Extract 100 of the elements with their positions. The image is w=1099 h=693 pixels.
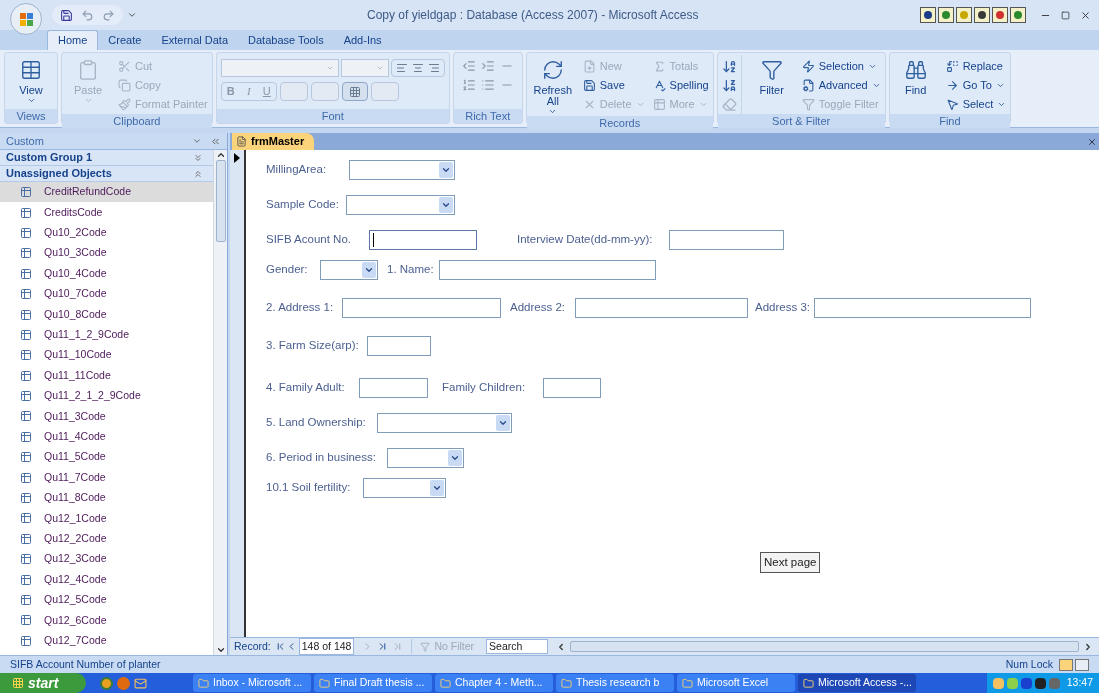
redo-icon[interactable]: [102, 8, 115, 22]
combo-box[interactable]: [320, 260, 378, 280]
nav-item[interactable]: Qu11_8Code: [0, 487, 213, 509]
sort-ascending-icon[interactable]: [721, 59, 737, 74]
dropdown-button[interactable]: [430, 480, 444, 496]
next-page-button[interactable]: Next page: [760, 552, 821, 573]
text-field[interactable]: [359, 378, 428, 398]
taskbar-button[interactable]: Inbox - Microsoft ...: [193, 674, 311, 692]
ribbon-button[interactable]: Save: [582, 76, 645, 95]
browser-icon[interactable]: [100, 676, 113, 690]
indent-icon[interactable]: [480, 59, 495, 73]
nav-item[interactable]: Qu11_5Code: [0, 447, 213, 468]
nav-item[interactable]: Qu10_8Code: [0, 304, 213, 325]
ribbon-button[interactable]: Selection: [801, 57, 881, 76]
start-button[interactable]: start: [0, 673, 86, 693]
combo-box[interactable]: [377, 413, 512, 433]
nav-item[interactable]: Qu11_2_1_2_9Code: [0, 385, 213, 407]
ribbon-tab[interactable]: Home: [47, 30, 99, 50]
ribbon-tab[interactable]: Database Tools: [238, 30, 334, 50]
close-icon[interactable]: [1087, 137, 1097, 147]
taskbar-button[interactable]: Thesis research b: [556, 674, 674, 692]
form-view-icon[interactable]: [1059, 658, 1073, 671]
text-field[interactable]: [814, 298, 1031, 318]
nav-item[interactable]: Qu12_4Code: [0, 569, 213, 590]
tray-icon[interactable]: [1020, 677, 1032, 689]
nav-item[interactable]: Qu12_7Code: [0, 630, 213, 651]
nav-item[interactable]: Qu11_1_2_9Code: [0, 324, 213, 346]
tray-icon[interactable]: [1034, 677, 1046, 689]
ribbon-button[interactable]: Filter: [749, 55, 794, 114]
align-center-icon[interactable]: [411, 62, 424, 74]
ribbon-button[interactable]: Find: [893, 55, 938, 114]
text-field[interactable]: [575, 298, 748, 318]
ribbon-button[interactable]: Spelling: [652, 76, 709, 95]
font-name-field[interactable]: [220, 59, 339, 77]
nav-item[interactable]: Qu12_3Code: [0, 549, 213, 570]
record-selector[interactable]: [230, 150, 246, 637]
close-icon[interactable]: [1080, 9, 1091, 21]
text-field[interactable]: [369, 230, 477, 250]
ribbon-button[interactable]: Refresh All: [530, 55, 575, 116]
scroll-up-icon[interactable]: [215, 150, 226, 160]
search-field[interactable]: Search: [486, 639, 549, 654]
nav-item[interactable]: CreditsCode: [0, 202, 213, 223]
sort-descending-icon[interactable]: [721, 78, 737, 93]
font-size-field[interactable]: [340, 59, 389, 77]
scroll-right-icon[interactable]: [1083, 641, 1093, 652]
undo-icon[interactable]: [81, 8, 94, 22]
dropdown-button[interactable]: [439, 162, 453, 178]
scroll-down-icon[interactable]: [215, 645, 226, 655]
nav-item[interactable]: Qu11_7Code: [0, 467, 213, 488]
browser-icon[interactable]: [117, 676, 130, 690]
text-field[interactable]: [543, 378, 601, 398]
document-tab[interactable]: frmMaster: [232, 133, 315, 150]
pane-title[interactable]: Custom: [6, 132, 44, 150]
ribbon-tab[interactable]: Create: [98, 30, 152, 50]
gridlines-button[interactable]: [341, 82, 368, 101]
ribbon-button[interactable]: Replace: [945, 57, 1007, 76]
scrollbar[interactable]: [213, 150, 227, 655]
align-left-icon[interactable]: [395, 62, 408, 74]
nav-item[interactable]: Qu12_5Code: [0, 589, 213, 611]
dropdown-button[interactable]: [362, 262, 376, 278]
nav-item[interactable]: Qu12_6Code: [0, 610, 213, 631]
nav-item[interactable]: Qu10_7Code: [0, 283, 213, 305]
ribbon-button[interactable]: Advanced: [801, 76, 881, 95]
ribbon-tab[interactable]: Add-Ins: [333, 30, 392, 50]
combo-box[interactable]: [387, 448, 464, 468]
taskbar-button[interactable]: Chapter 4 - Meth...: [435, 674, 553, 692]
dropdown-button[interactable]: [448, 450, 462, 466]
combo-box[interactable]: [346, 195, 455, 215]
combo-box[interactable]: [363, 478, 446, 498]
nav-item[interactable]: Qu11_3Code: [0, 406, 213, 427]
combo-box[interactable]: [349, 160, 455, 180]
text-field[interactable]: [669, 230, 784, 250]
ribbon-tab[interactable]: External Data: [151, 30, 239, 50]
nav-item[interactable]: Qu11_11Code: [0, 365, 213, 386]
nav-group-header[interactable]: Unassigned Objects: [0, 166, 213, 182]
taskbar-button[interactable]: Microsoft Excel: [677, 674, 795, 692]
scroll-thumb[interactable]: [570, 641, 1079, 652]
datasheet-view-icon[interactable]: [1075, 658, 1089, 671]
restore-icon[interactable]: [1061, 10, 1070, 20]
bullet-list-icon[interactable]: [480, 78, 495, 92]
nav-item[interactable]: Qu12_2Code: [0, 528, 213, 550]
nav-item[interactable]: Qu12_1Code: [0, 508, 213, 529]
nav-item[interactable]: Qu10_4Code: [0, 263, 213, 284]
ribbon-button[interactable]: Select: [945, 95, 1007, 114]
mail-icon[interactable]: [134, 676, 147, 690]
text-field[interactable]: [342, 298, 501, 318]
outdent-icon[interactable]: [461, 59, 476, 73]
horizontal-scrollbar[interactable]: [556, 640, 1093, 653]
dropdown-button[interactable]: [496, 415, 510, 431]
customize-icon[interactable]: [127, 10, 137, 20]
save-icon[interactable]: [60, 8, 73, 22]
nav-group-header[interactable]: Custom Group 1: [0, 150, 213, 166]
text-field[interactable]: [439, 260, 656, 280]
dropdown-button[interactable]: [439, 197, 453, 213]
align-right-icon[interactable]: [427, 62, 440, 74]
office-button[interactable]: [10, 3, 42, 35]
nav-item[interactable]: Qu10_3Code: [0, 243, 213, 264]
numbered-list-icon[interactable]: [461, 78, 476, 92]
text-field[interactable]: [367, 336, 431, 356]
taskbar-button[interactable]: Microsoft Access -...: [798, 674, 916, 692]
